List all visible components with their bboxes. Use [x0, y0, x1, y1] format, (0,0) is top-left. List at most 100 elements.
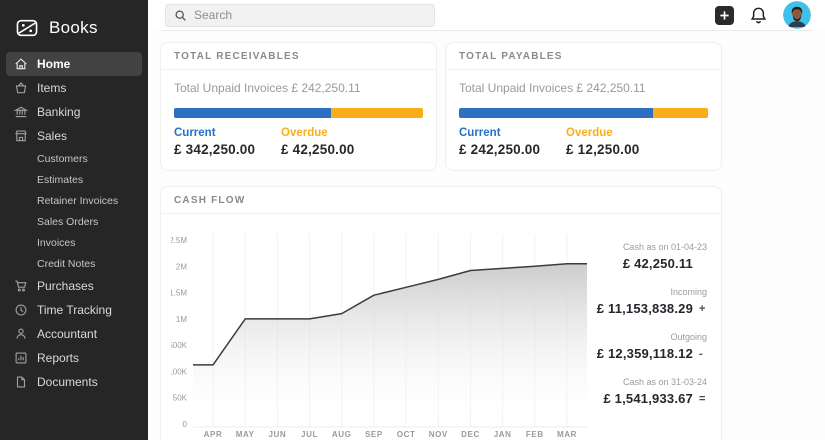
svg-text:2.5M: 2.5M: [171, 236, 187, 245]
sidebar-item-reports[interactable]: Reports: [6, 346, 142, 370]
sidebar-item-customers[interactable]: Customers: [0, 148, 148, 169]
svg-text:OCT: OCT: [397, 430, 416, 439]
total-receivables-card: TOTAL RECEIVABLES Total Unpaid Invoices …: [160, 42, 437, 171]
payables-current-value: £ 242,250.00: [459, 142, 566, 157]
app-logo: Books: [0, 0, 148, 52]
sidebar-item-sales-orders[interactable]: Sales Orders: [0, 211, 148, 232]
receivables-subtitle: Total Unpaid Invoices £ 242,250.11: [174, 81, 423, 95]
payables-title: TOTAL PAYABLES: [446, 43, 721, 70]
cash-flow-stats: Cash as on 01-04-23 £ 42,250.11 Incoming £ …: [589, 224, 707, 440]
stat-sign: -: [699, 348, 707, 360]
svg-text:500K: 500K: [171, 341, 188, 350]
svg-text:DEC: DEC: [461, 430, 480, 439]
sidebar-item-documents[interactable]: Documents: [6, 370, 142, 394]
sidebar-item-items[interactable]: Items: [6, 76, 142, 100]
sidebar-item-label: Banking: [37, 105, 80, 119]
main-area: TOTAL RECEIVABLES Total Unpaid Invoices …: [148, 0, 825, 440]
dashboard-content: TOTAL RECEIVABLES Total Unpaid Invoices …: [148, 31, 722, 440]
sidebar-item-time-tracking[interactable]: Time Tracking: [6, 298, 142, 322]
svg-text:SEP: SEP: [365, 430, 383, 439]
sidebar: Books Home Items Banking Sales Customers Esti…: [0, 0, 148, 440]
svg-text:APR: APR: [204, 430, 223, 439]
cash-flow-card: CASH FLOW 0 50K 100K 500K 1M 1.5M 2M 2.5M APR MAY…: [160, 186, 722, 440]
sidebar-item-label: Accountant: [37, 327, 97, 341]
payables-progress-bar: [459, 108, 708, 118]
svg-text:NOV: NOV: [429, 430, 448, 439]
sidebar-item-home[interactable]: Home: [6, 52, 142, 76]
cash-flow-chart: 0 50K 100K 500K 1M 1.5M 2M 2.5M APR MAY JUN JUL AUG S…: [171, 224, 589, 440]
sidebar-item-credit-notes[interactable]: Credit Notes: [0, 253, 148, 274]
stat-value: £ 42,250.11: [589, 256, 707, 271]
stat-label: Cash as on 01-04-23: [589, 242, 707, 252]
svg-text:2M: 2M: [176, 262, 187, 271]
sidebar-nav: Home Items Banking Sales Customers Estimates R…: [0, 52, 148, 394]
cash-flow-stat-cash-as-on-31-03-24: Cash as on 31-03-24 £ 1,541,933.67=: [589, 377, 707, 406]
receivables-current-label: Current: [174, 127, 281, 139]
payables-overdue-label: Overdue: [566, 127, 640, 139]
cash-flow-title: CASH FLOW: [161, 187, 721, 214]
receivables-overdue-label: Overdue: [281, 127, 355, 139]
sidebar-item-accountant[interactable]: Accountant: [6, 322, 142, 346]
stat-label: Cash as on 31-03-24: [589, 377, 707, 387]
receivables-current-segment: [174, 108, 331, 118]
avatar[interactable]: [783, 1, 811, 29]
search-icon: [174, 9, 187, 22]
svg-text:50K: 50K: [173, 394, 188, 403]
svg-text:JAN: JAN: [494, 430, 512, 439]
quick-add-button[interactable]: [715, 6, 734, 25]
receivables-overdue-value: £ 42,250.00: [281, 142, 355, 157]
svg-text:1M: 1M: [176, 315, 187, 324]
payables-current-label: Current: [459, 127, 566, 139]
sales-icon: [14, 129, 28, 143]
sidebar-item-label: Retainer Invoices: [37, 195, 118, 207]
plus-icon: [719, 10, 730, 21]
payables-subtitle: Total Unpaid Invoices £ 242,250.11: [459, 81, 708, 95]
sidebar-item-label: Time Tracking: [37, 303, 112, 317]
books-logo-icon: [14, 15, 40, 41]
sidebar-item-label: Home: [37, 57, 70, 71]
sidebar-item-purchases[interactable]: Purchases: [6, 274, 142, 298]
sidebar-item-invoices[interactable]: Invoices: [0, 232, 148, 253]
receivables-overdue-segment: [331, 108, 423, 118]
payables-overdue-value: £ 12,250.00: [566, 142, 640, 157]
payables-current-segment: [459, 108, 653, 118]
sidebar-item-banking[interactable]: Banking: [6, 100, 142, 124]
payables-overdue-segment: [653, 108, 708, 118]
stat-sign: +: [699, 303, 707, 315]
search-box[interactable]: [165, 4, 435, 27]
notifications-button[interactable]: [749, 6, 768, 25]
sidebar-item-label: Invoices: [37, 237, 76, 249]
svg-text:JUN: JUN: [268, 430, 286, 439]
stat-value: £ 1,541,933.67=: [589, 391, 707, 406]
sidebar-item-retainer-invoices[interactable]: Retainer Invoices: [0, 190, 148, 211]
sidebar-item-label: Purchases: [37, 279, 94, 293]
svg-text:0: 0: [183, 420, 188, 429]
sidebar-item-sales[interactable]: Sales: [6, 124, 142, 148]
sidebar-item-label: Documents: [37, 375, 98, 389]
stat-sign: =: [699, 393, 707, 405]
svg-text:JUL: JUL: [301, 430, 318, 439]
search-input[interactable]: [194, 8, 426, 22]
total-payables-card: TOTAL PAYABLES Total Unpaid Invoices £ 2…: [445, 42, 722, 171]
sidebar-item-label: Credit Notes: [37, 258, 95, 270]
svg-text:100K: 100K: [171, 367, 188, 376]
svg-text:AUG: AUG: [332, 430, 352, 439]
documents-icon: [14, 375, 28, 389]
stat-value: £ 11,153,838.29+: [589, 301, 707, 316]
app-window: Books Home Items Banking Sales Customers Esti…: [0, 0, 825, 440]
home-icon: [14, 57, 28, 71]
sidebar-item-label: Sales Orders: [37, 216, 98, 228]
bell-icon: [749, 6, 768, 25]
stat-label: Incoming: [589, 287, 707, 297]
receivables-title: TOTAL RECEIVABLES: [161, 43, 436, 70]
cash-flow-stat-cash-as-on-01-04-23: Cash as on 01-04-23 £ 42,250.11: [589, 242, 707, 271]
items-icon: [14, 81, 28, 95]
stat-label: Outgoing: [589, 332, 707, 342]
sidebar-item-estimates[interactable]: Estimates: [0, 169, 148, 190]
cash-flow-stat-outgoing: Outgoing£ 12,359,118.12-: [589, 332, 707, 361]
sidebar-item-label: Customers: [37, 153, 88, 165]
sidebar-item-label: Items: [37, 81, 66, 95]
time-tracking-icon: [14, 303, 28, 317]
svg-text:1.5M: 1.5M: [171, 289, 187, 298]
svg-text:MAY: MAY: [236, 430, 255, 439]
